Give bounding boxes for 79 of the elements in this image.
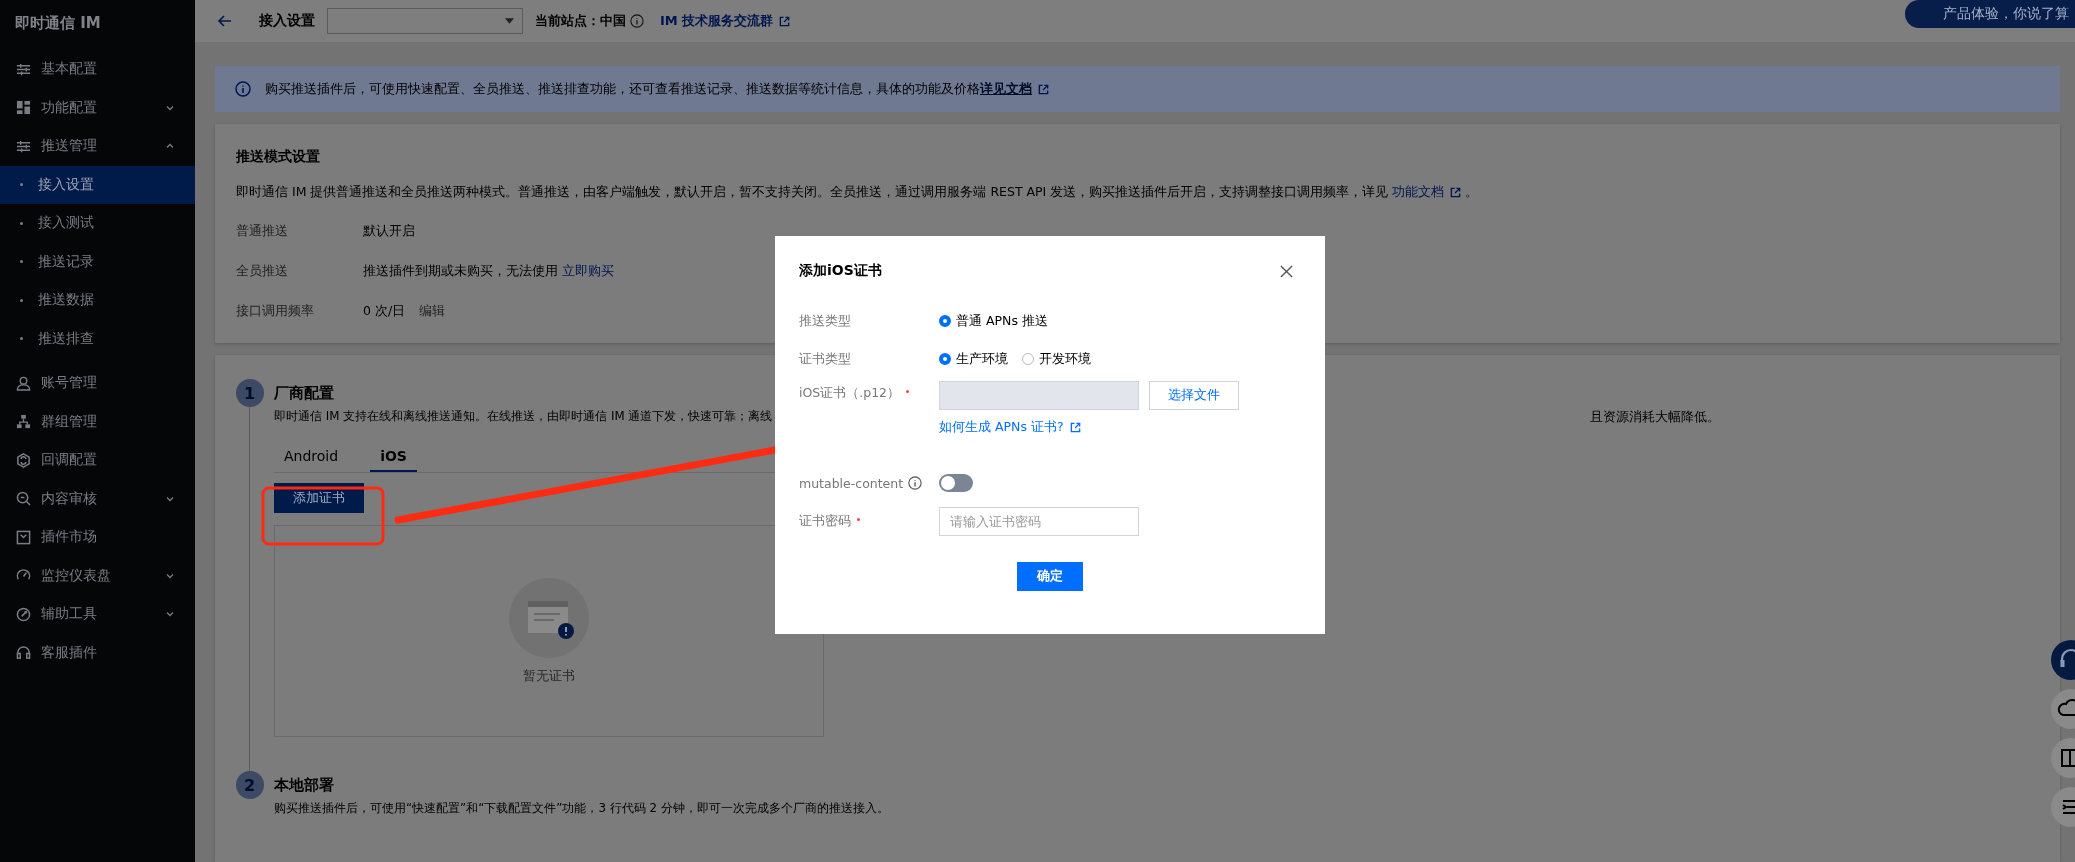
- nav-subitem[interactable]: 推送排查: [0, 319, 195, 358]
- step-description: 且资源消耗大幅降低。: [1590, 409, 1720, 426]
- external-link-icon: [1069, 422, 1081, 433]
- headset-icon: [16, 645, 31, 661]
- nav-item[interactable]: 插件市场: [0, 518, 195, 557]
- setting-link[interactable]: 立即购买: [562, 262, 614, 280]
- caret-icon: [505, 18, 514, 24]
- nav-item[interactable]: 基本配置: [0, 50, 195, 89]
- setting-value: 0 次/日: [363, 302, 406, 320]
- field-label: 推送类型: [799, 312, 852, 330]
- radio-option[interactable]: 普通 APNs 推送: [939, 312, 1048, 330]
- feedback-badge[interactable]: 产品体验，你说了算: [1905, 0, 2075, 28]
- empty-message: 暂无证书: [523, 667, 575, 685]
- nav-item[interactable]: 内容审核: [0, 479, 195, 518]
- site-label: 当前站点：中国: [535, 12, 626, 30]
- docs-link[interactable]: 功能文档: [1392, 184, 1445, 201]
- nav-item[interactable]: 账号管理: [0, 364, 195, 403]
- password-field[interactable]: 请输入证书密码: [939, 506, 1139, 536]
- info-icon: [630, 14, 644, 28]
- radio-button[interactable]: [939, 315, 951, 327]
- shield-icon: [16, 452, 31, 468]
- section-title: 推送模式设置: [236, 148, 321, 166]
- empty-document-icon: [509, 577, 589, 658]
- nav-item[interactable]: 回调配置: [0, 441, 195, 480]
- confirm-button[interactable]: 确定: [1017, 562, 1083, 591]
- sliders-icon: [16, 138, 31, 154]
- radio-button[interactable]: [939, 353, 951, 365]
- back-arrow-icon[interactable]: [217, 13, 233, 29]
- radio-option[interactable]: 生产环境: [939, 350, 1008, 368]
- step-title: 厂商配置: [274, 385, 334, 401]
- info-icon: [908, 476, 923, 490]
- nav-item[interactable]: 客服插件: [0, 633, 195, 672]
- person-icon: [16, 375, 31, 391]
- description-text: 即时通信 IM 提供普通推送和全员推送两种模式。普通推送，由客户端触发，默认开启，暂不支持关闭。全员推送，通过调用服务端 REST API 发送，购买推送插件后开启，支持调整接口调用频率，详见: [236, 184, 1389, 201]
- sliders-icon: [16, 61, 31, 77]
- step-number: 2: [235, 771, 264, 799]
- app-title: 即时通信 IM: [14, 13, 102, 34]
- notice-text: 购买推送插件后，可使用快速配置、全员推送、推送排查功能，还可查看推送记录、推送数据等统计信息，具体的功能及价格: [265, 80, 980, 98]
- nav-subitem[interactable]: 接入测试: [0, 204, 195, 243]
- close-icon[interactable]: [1280, 264, 1293, 278]
- magnifier-icon: [16, 491, 31, 507]
- field-label: mutable-content: [799, 475, 904, 491]
- external-link-icon: [1450, 187, 1462, 198]
- nav-subitem[interactable]: 接入设置: [0, 165, 195, 204]
- field-label: iOS证书（.p12）: [799, 385, 901, 402]
- hierarchy-icon: [16, 414, 31, 430]
- period-text: 。: [1465, 184, 1479, 201]
- toggle-switch[interactable]: [939, 474, 973, 492]
- step-title: 本地部署: [274, 777, 334, 793]
- external-link-icon: [1038, 83, 1049, 95]
- nav-item[interactable]: 监控仪表盘: [0, 556, 195, 595]
- setting-label: 普通推送: [236, 222, 289, 240]
- platform-tab[interactable]: Android: [274, 448, 349, 472]
- nav-item[interactable]: 辅助工具: [0, 595, 195, 634]
- setting-label: 接口调用频率: [236, 302, 315, 320]
- setting-value: 默认开启: [363, 222, 415, 240]
- nav-item[interactable]: 推送管理: [0, 127, 195, 166]
- docs-link[interactable]: 详见文档: [980, 80, 1032, 98]
- radio-option[interactable]: 开发环境: [1022, 350, 1091, 368]
- external-link-icon: [779, 15, 791, 27]
- step-description: 购买推送插件后，可使用“快速配置”和“下载配置文件”功能，3 行代码 2 分钟，即可一次完成多个厂商的推送接入。: [274, 801, 889, 817]
- box-icon: [16, 529, 31, 545]
- field-label: 证书类型: [799, 350, 852, 368]
- setting-label: 全员推送: [236, 262, 289, 280]
- dialog-title: 添加iOS证书: [799, 262, 882, 280]
- setting-value: 推送插件到期或未购买，无法使用: [363, 262, 558, 280]
- grid-icon: [16, 100, 31, 116]
- group-link[interactable]: IM 技术服务交流群: [660, 12, 774, 30]
- page-title: 接入设置: [259, 12, 315, 30]
- setting-link[interactable]: 编辑: [419, 302, 446, 320]
- platform-tab[interactable]: iOS: [370, 448, 417, 472]
- field-label: 证书密码: [799, 512, 851, 530]
- nav-item[interactable]: 群组管理: [0, 402, 195, 441]
- nav-subitem[interactable]: 推送记录: [0, 242, 195, 281]
- step-description: 即时通信 IM 支持在线和离线推送通知。在线推送，由即时通信 IM 通道下发，快速可靠；离线: [274, 409, 773, 425]
- nav-subitem[interactable]: 推送数据: [0, 281, 195, 320]
- nav-item[interactable]: 功能配置: [0, 88, 195, 127]
- step-number: 1: [235, 379, 264, 407]
- info-icon: [235, 81, 251, 97]
